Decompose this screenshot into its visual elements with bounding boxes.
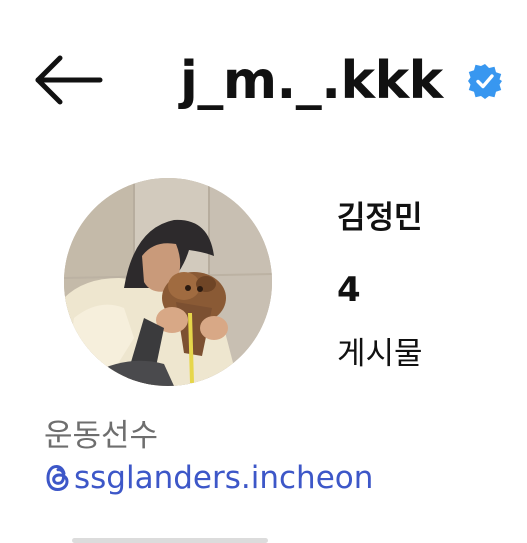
- posts-count[interactable]: 4: [337, 270, 361, 310]
- profile-avatar[interactable]: [64, 178, 272, 386]
- bio-category: 운동선수: [44, 418, 159, 454]
- arrow-left-icon: [35, 55, 103, 105]
- verified-badge-icon: [467, 64, 502, 99]
- username: j_m._.kkk: [180, 51, 443, 111]
- threads-link[interactable]: ssglanders.incheon: [44, 460, 373, 496]
- threads-icon: [46, 464, 69, 492]
- back-button[interactable]: [30, 52, 106, 108]
- posts-label[interactable]: 게시물: [337, 328, 423, 373]
- display-name: 김정민: [337, 200, 423, 236]
- divider: [72, 538, 268, 543]
- avatar-photo: [64, 178, 272, 386]
- profile-header: j_m._.kkk: [0, 0, 527, 160]
- username-row: j_m._.kkk: [180, 48, 503, 114]
- threads-handle: ssglanders.incheon: [74, 460, 374, 496]
